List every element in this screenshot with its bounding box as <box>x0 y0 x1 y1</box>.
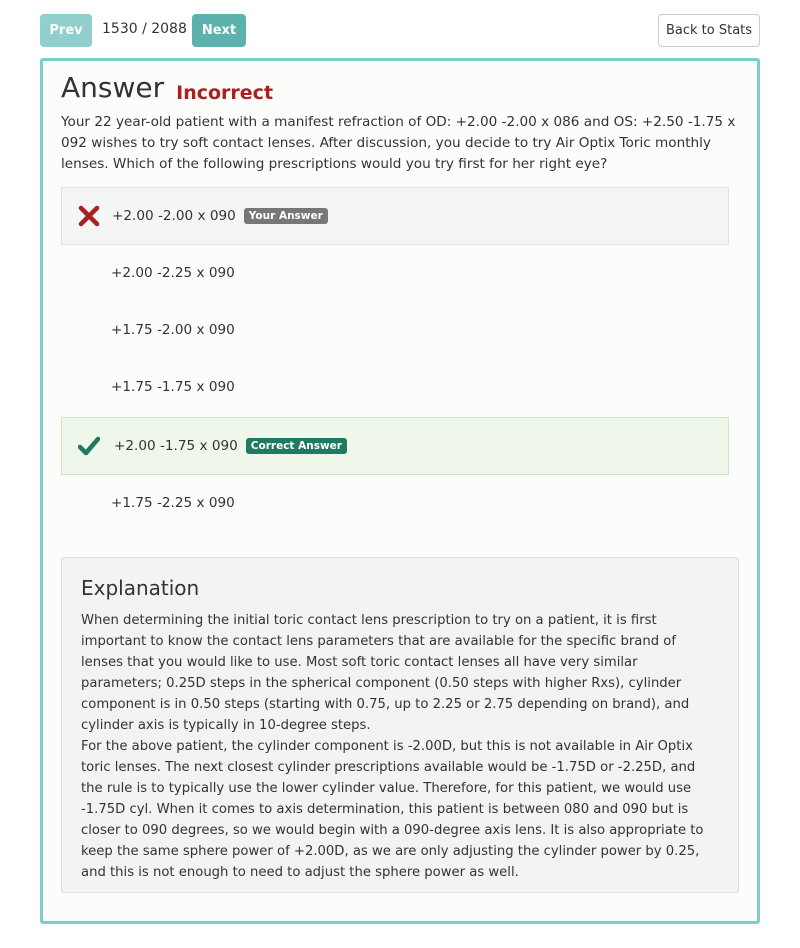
explanation-title: Explanation <box>81 576 200 600</box>
explanation-paragraph: When determining the initial toric conta… <box>81 613 690 733</box>
correct-answer-badge: Correct Answer <box>245 438 347 454</box>
choice-label: +1.75 -2.00 x 090 <box>111 322 235 338</box>
prev-button[interactable]: Prev <box>40 14 92 47</box>
choice-item-3[interactable]: +1.75 -2.00 x 090 <box>61 302 729 360</box>
check-icon <box>78 436 100 456</box>
navigation-bar: Prev 1530 / 2088 Next Back to Stats <box>40 14 760 48</box>
choice-item-2[interactable]: +2.00 -2.25 x 090 <box>61 245 729 303</box>
choice-label: +1.75 -1.75 x 090 <box>111 379 235 395</box>
explanation-body: When determining the initial toric conta… <box>81 610 721 883</box>
explanation-paragraph: For the above patient, the cylinder comp… <box>81 739 704 880</box>
x-icon <box>78 205 100 227</box>
answer-title: Answer <box>61 71 165 104</box>
choice-item-6[interactable]: +1.75 -2.25 x 090 <box>61 475 729 533</box>
back-to-stats-button[interactable]: Back to Stats <box>658 14 760 47</box>
your-answer-badge: Your Answer <box>243 208 328 224</box>
choice-label: +2.00 -1.75 x 090 Correct Answer <box>114 438 347 454</box>
choice-label: +1.75 -2.25 x 090 <box>111 495 235 511</box>
next-button[interactable]: Next <box>192 14 246 47</box>
answer-heading: Answer Incorrect <box>61 71 273 104</box>
answer-card: Answer Incorrect Your 22 year-old patient… <box>40 58 760 924</box>
explanation-panel: Explanation When determining the initial… <box>61 557 739 893</box>
question-counter: 1530 / 2088 <box>102 21 187 37</box>
answer-status: Incorrect <box>176 82 274 104</box>
question-text: Your 22 year-old patient with a manifest… <box>61 114 736 172</box>
choice-label: +2.00 -2.00 x 090 Your Answer <box>112 208 328 224</box>
choice-item-5[interactable]: +2.00 -1.75 x 090 Correct Answer <box>61 417 729 475</box>
choice-item-4[interactable]: +1.75 -1.75 x 090 <box>61 359 729 417</box>
choice-item-1[interactable]: +2.00 -2.00 x 090 Your Answer <box>61 187 729 245</box>
choice-label: +2.00 -2.25 x 090 <box>111 265 235 281</box>
